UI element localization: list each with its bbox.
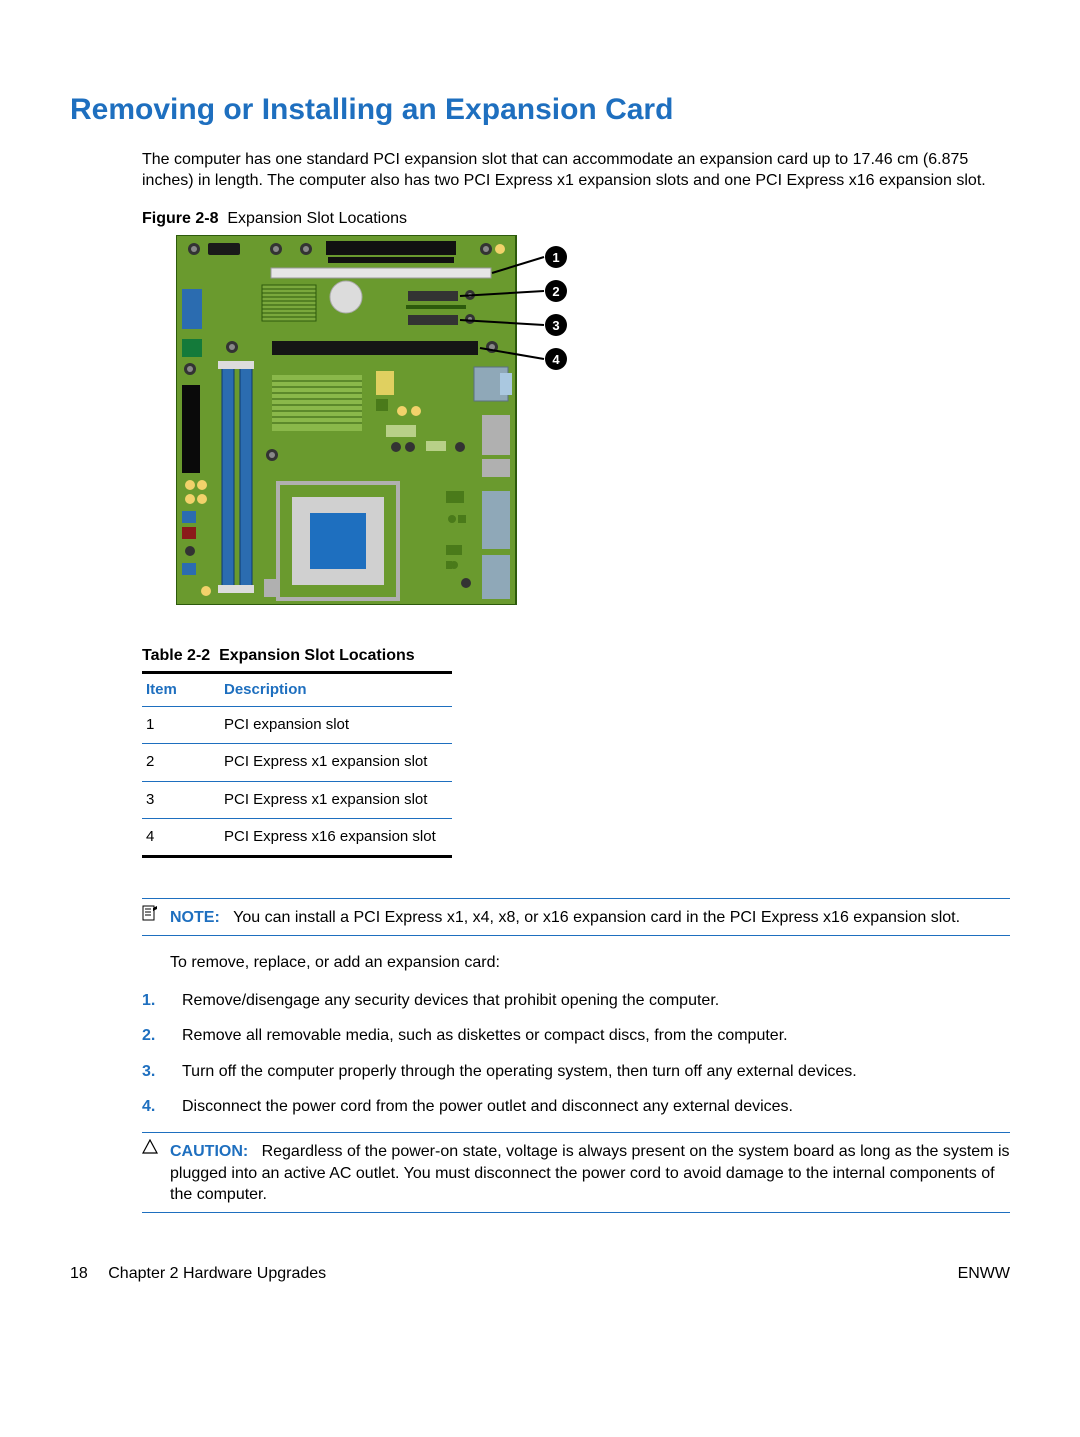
content-region: The computer has one standard PCI expans… <box>142 149 1010 1213</box>
page-title: Removing or Installing an Expansion Card <box>70 90 1010 131</box>
table-cell-item: 2 <box>142 744 220 781</box>
callout-2: 2 <box>552 284 559 299</box>
table-caption-text: Expansion Slot Locations <box>219 647 415 664</box>
intro-paragraph: The computer has one standard PCI expans… <box>142 149 1010 192</box>
caution-label: CAUTION: <box>170 1143 248 1160</box>
caution-box: CAUTION: Regardless of the power-on stat… <box>142 1132 1010 1213</box>
step-number: 2. <box>142 1025 182 1047</box>
caution-text: Regardless of the power-on state, voltag… <box>170 1143 1010 1203</box>
step-text: Remove all removable media, such as disk… <box>182 1025 788 1047</box>
lead-in-text: To remove, replace, or add an expansion … <box>142 952 1010 974</box>
callout-1: 1 <box>552 250 559 265</box>
callout-4: 4 <box>552 352 560 367</box>
caution-icon <box>142 1139 160 1161</box>
table-cell-description: PCI expansion slot <box>220 707 452 744</box>
note-box: NOTE: You can install a PCI Express x1, … <box>142 898 1010 936</box>
table-cell-description: PCI Express x16 expansion slot <box>220 818 452 856</box>
step-item: 2.Remove all removable media, such as di… <box>142 1025 1010 1047</box>
table-cell-description: PCI Express x1 expansion slot <box>220 744 452 781</box>
note-icon <box>142 905 160 927</box>
step-item: 1.Remove/disengage any security devices … <box>142 990 1010 1012</box>
callout-3: 3 <box>552 318 559 333</box>
footer-right: ENWW <box>958 1263 1010 1285</box>
expansion-slot-table: Item Description 1 PCI expansion slot 2 … <box>142 674 452 858</box>
table-label: Table 2-2 <box>142 647 210 664</box>
step-number: 1. <box>142 990 182 1012</box>
table-row: 1 PCI expansion slot <box>142 707 452 744</box>
step-number: 4. <box>142 1096 182 1118</box>
step-text: Disconnect the power cord from the power… <box>182 1096 793 1118</box>
table-row: 2 PCI Express x1 expansion slot <box>142 744 452 781</box>
table-header-description: Description <box>220 674 452 707</box>
table-cell-description: PCI Express x1 expansion slot <box>220 781 452 818</box>
table-row: 3 PCI Express x1 expansion slot <box>142 781 452 818</box>
page-number: 18 <box>70 1265 88 1282</box>
figure-label: Figure 2-8 <box>142 210 218 227</box>
step-number: 3. <box>142 1061 182 1083</box>
note-label: NOTE: <box>170 909 220 926</box>
chapter-label: Chapter 2 Hardware Upgrades <box>108 1265 326 1282</box>
step-item: 4.Disconnect the power cord from the pow… <box>142 1096 1010 1118</box>
step-text: Remove/disengage any security devices th… <box>182 990 719 1012</box>
table-header-item: Item <box>142 674 220 707</box>
table-cell-item: 4 <box>142 818 220 856</box>
table-caption: Table 2-2 Expansion Slot Locations <box>142 645 452 674</box>
table-row: 4 PCI Express x16 expansion slot <box>142 818 452 856</box>
table-cell-item: 3 <box>142 781 220 818</box>
motherboard-illustration: 1 2 3 4 <box>176 235 576 605</box>
step-text: Turn off the computer properly through t… <box>182 1061 857 1083</box>
note-text: You can install a PCI Express x1, x4, x8… <box>233 909 960 926</box>
table-cell-item: 1 <box>142 707 220 744</box>
page-footer: 18 Chapter 2 Hardware Upgrades ENWW <box>70 1263 1010 1285</box>
figure-caption: Figure 2-8 Expansion Slot Locations <box>142 208 1010 230</box>
step-item: 3.Turn off the computer properly through… <box>142 1061 1010 1083</box>
figure-caption-text: Expansion Slot Locations <box>227 210 407 227</box>
motherboard-figure: 1 2 3 4 <box>176 235 1010 605</box>
steps-list: 1.Remove/disengage any security devices … <box>142 990 1010 1118</box>
